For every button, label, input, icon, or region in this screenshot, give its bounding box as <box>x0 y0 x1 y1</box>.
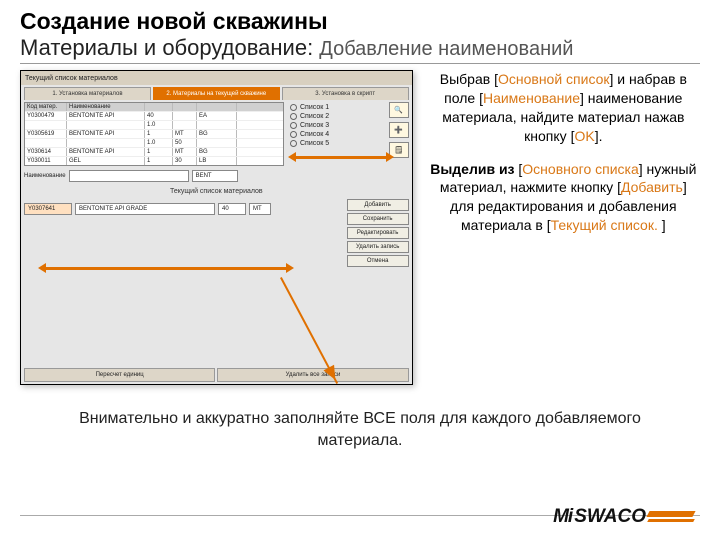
instructions: Выбрав [Основной список] и набрав в поле… <box>427 70 700 385</box>
tab-3[interactable]: 3. Установка в скрипт <box>282 87 409 100</box>
divider <box>20 63 700 64</box>
tab-1[interactable]: 1. Установка материалов <box>24 87 151 100</box>
app-screenshot: Текущий список материалов 1. Установка м… <box>20 70 413 385</box>
bottom-tab-1[interactable]: Пересчет единиц <box>24 368 215 382</box>
add-button[interactable]: Добавить <box>347 199 409 211</box>
edit-code[interactable]: Y0307641 <box>24 203 72 215</box>
heading-2: Материалы и оборудование: <box>20 35 319 60</box>
footnote: Внимательно и аккуратно заполняйте ВСЕ п… <box>40 408 680 451</box>
heading-1: Создание новой скважины <box>20 8 700 35</box>
radio-opt[interactable]: Список 4 <box>290 131 383 138</box>
label-name: Наименование <box>24 173 66 179</box>
edit-button[interactable]: Редактировать <box>347 227 409 239</box>
bottom-tab-2[interactable]: Удалить все записи <box>217 368 408 382</box>
tab-2[interactable]: 2. Материалы на текущей скважине <box>153 87 280 100</box>
col-b <box>173 103 197 111</box>
window-titlebar: Текущий список материалов <box>21 71 412 85</box>
add-icon[interactable]: ➕ <box>389 122 409 138</box>
logo-swoosh-icon <box>648 508 694 526</box>
top-tabs: 1. Установка материалов 2. Материалы на … <box>21 85 412 99</box>
code-field[interactable]: BENT <box>192 170 238 182</box>
edit-v1[interactable]: 40 <box>218 203 246 215</box>
radio-opt[interactable]: Список 3 <box>290 122 383 129</box>
name-field[interactable] <box>69 170 189 182</box>
radio-opt[interactable]: Список 5 <box>290 140 383 147</box>
save-button[interactable]: Сохранить <box>347 213 409 225</box>
col-name: Наименование <box>67 103 145 111</box>
edit-name[interactable]: BENTONITE API GRADE <box>75 203 215 215</box>
col-code: Код матер. <box>25 103 67 111</box>
materials-table[interactable]: Код матер. Наименование Y0300479BENTONIT… <box>24 102 284 166</box>
action-buttons: Добавить Сохранить Редактировать Удалить… <box>347 199 409 267</box>
col-a <box>145 103 173 111</box>
col-c <box>197 103 237 111</box>
del-button[interactable]: Удалить запись <box>347 241 409 253</box>
section-label: Текущий список материалов <box>24 188 409 195</box>
radio-opt[interactable]: Список 1 <box>290 104 383 111</box>
search-icon[interactable]: 🔍 <box>389 102 409 118</box>
heading-sub: Добавление наименований <box>319 38 573 60</box>
radio-opt[interactable]: Список 2 <box>290 113 383 120</box>
edit-v2[interactable]: MT <box>249 203 271 215</box>
arrow-icon <box>291 156 391 159</box>
logo: MiSWACO <box>553 506 694 528</box>
cancel-button[interactable]: Отмена <box>347 255 409 267</box>
arrow-icon <box>41 267 291 270</box>
